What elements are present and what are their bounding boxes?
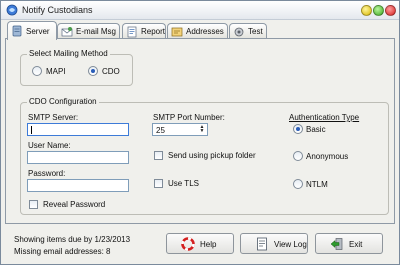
auth-anonymous-radio[interactable]: [293, 151, 303, 161]
smtp-port-value: 25: [156, 126, 165, 135]
auth-ntlm-label: NTLM: [306, 180, 328, 189]
lifebuoy-icon: [181, 237, 195, 251]
server-icon: [12, 25, 22, 37]
exit-door-icon: [330, 238, 343, 250]
tab-server-label: Server: [26, 27, 50, 36]
smtp-server-label: SMTP Server:: [28, 113, 79, 122]
tab-test-label: Test: [248, 27, 263, 36]
mailing-method-legend: Select Mailing Method: [27, 49, 110, 58]
smtp-port-label: SMTP Port Number:: [153, 113, 225, 122]
addresses-icon: [171, 27, 183, 37]
user-name-input[interactable]: [27, 151, 129, 164]
app-icon: [6, 4, 18, 16]
cdo-label: CDO: [102, 67, 120, 76]
user-name-label: User Name:: [28, 141, 71, 150]
pickup-folder-label: Send using pickup folder: [168, 151, 256, 160]
report-icon: [127, 26, 137, 38]
tab-strip: Server E-mail Msg Report Addresses Test: [1, 20, 399, 40]
smtp-server-input[interactable]: [27, 123, 129, 136]
cdo-configuration-legend: CDO Configuration: [27, 97, 99, 106]
log-document-icon: [257, 237, 267, 251]
use-tls-checkbox[interactable]: [154, 179, 163, 188]
title-bar: Notify Custodians: [1, 1, 399, 20]
cdo-configuration-group: CDO Configuration SMTP Server: User Name…: [20, 97, 389, 215]
auth-basic-radio[interactable]: [293, 124, 303, 134]
tab-addresses-label: Addresses: [186, 27, 224, 36]
auth-basic-label: Basic: [306, 125, 326, 134]
view-log-button[interactable]: View Log: [240, 233, 308, 254]
auth-ntlm-radio[interactable]: [293, 179, 303, 189]
window-title: Notify Custodians: [22, 5, 93, 15]
maximize-button[interactable]: [373, 5, 384, 16]
test-icon: [234, 27, 244, 37]
email-message-icon: [61, 27, 73, 37]
tab-email-msg-label: E-mail Msg: [76, 27, 117, 36]
reveal-password-checkbox[interactable]: [29, 200, 38, 209]
close-button[interactable]: [385, 5, 396, 16]
smtp-port-stepper[interactable]: 25 ▲ ▼: [152, 123, 208, 136]
mailing-method-group: Select Mailing Method MAPI CDO: [20, 49, 133, 86]
tab-test[interactable]: Test: [229, 23, 267, 39]
tab-report[interactable]: Report: [122, 23, 166, 39]
missing-emails-status: Missing email addresses: 8: [14, 247, 111, 256]
password-input[interactable]: [27, 179, 129, 192]
help-button-label: Help: [200, 240, 217, 249]
use-tls-label: Use TLS: [168, 179, 199, 188]
tab-addresses[interactable]: Addresses: [167, 23, 228, 39]
password-label: Password:: [28, 169, 66, 178]
text-caret: [31, 126, 32, 134]
mapi-radio[interactable]: [32, 66, 42, 76]
exit-button[interactable]: Exit: [315, 233, 383, 254]
tab-server[interactable]: Server: [7, 21, 57, 40]
tab-report-label: Report: [141, 27, 166, 36]
mapi-label: MAPI: [46, 67, 66, 76]
reveal-password-label: Reveal Password: [43, 200, 106, 209]
server-tab-panel: Select Mailing Method MAPI CDO CDO Confi…: [5, 38, 395, 224]
spin-arrows-icon[interactable]: ▲ ▼: [198, 125, 206, 134]
showing-items-status: Showing items due by 1/23/2013: [14, 235, 131, 244]
auth-anonymous-label: Anonymous: [306, 152, 349, 161]
minimize-button[interactable]: [361, 5, 372, 16]
help-button[interactable]: Help: [166, 233, 234, 254]
cdo-radio[interactable]: [88, 66, 98, 76]
auth-type-label: Authentication Type: [289, 113, 360, 122]
exit-button-label: Exit: [349, 240, 363, 249]
app-window: Notify Custodians Server E-mail Msg Repo…: [0, 0, 400, 265]
pickup-folder-checkbox[interactable]: [154, 151, 163, 160]
view-log-button-label: View Log: [274, 240, 307, 249]
tab-email-msg[interactable]: E-mail Msg: [57, 23, 120, 39]
